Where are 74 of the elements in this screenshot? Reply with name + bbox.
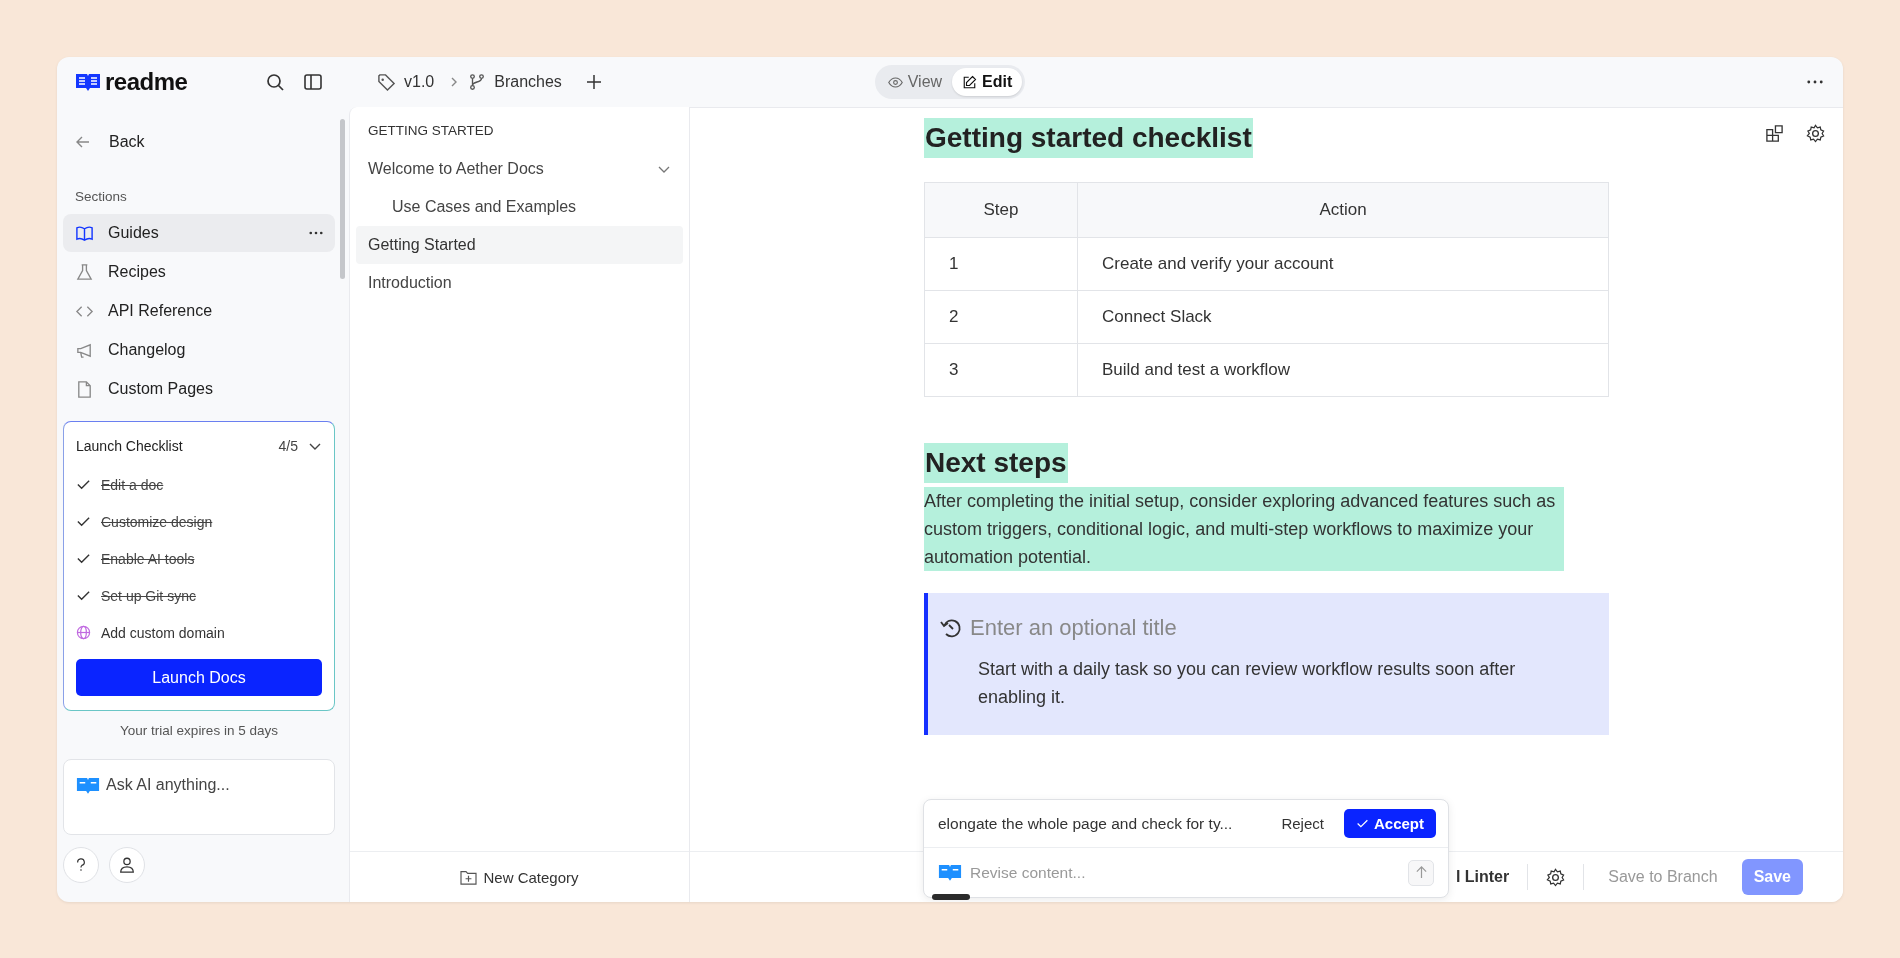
checklist-item[interactable]: Customize design (101, 513, 213, 530)
callout-text: Start with a daily task so you can review workflow results soon after enabling it. (978, 658, 1517, 709)
book-logo-icon (938, 863, 962, 882)
user-icon (118, 856, 136, 874)
checklist-item[interactable]: Enable AI tools (101, 550, 195, 567)
more-options-icon[interactable] (309, 231, 323, 235)
folder-plus-icon (460, 869, 478, 885)
profile-button[interactable] (109, 847, 145, 883)
table-cell: 1 (924, 237, 1078, 291)
arrow-left-icon (75, 134, 91, 150)
launch-docs-button[interactable]: Launch Docs (76, 659, 322, 696)
book-logo-icon (76, 776, 100, 795)
new-category-button[interactable]: New Category (454, 867, 585, 887)
search-icon[interactable] (265, 72, 285, 92)
brand-name: readme (105, 68, 188, 96)
reject-button[interactable]: Reject (1273, 815, 1332, 832)
mode-tab[interactable]: View (877, 68, 953, 96)
section-heading: Next steps (924, 443, 1068, 483)
eye-icon (887, 74, 903, 90)
highlighted-paragraph: After completing the initial setup, consider exploring advanced features such as custom triggers, conditional logic, and multi-step workflows to maximize your automation potential. (924, 487, 1564, 571)
revise-field[interactable]: Revise content... (970, 863, 1400, 882)
table-cell: Connect Slack (1077, 290, 1609, 344)
table-cell: 3 (924, 343, 1078, 397)
sidebar-item[interactable]: Guides (63, 214, 335, 252)
drag-handle[interactable] (932, 894, 970, 900)
sidebar-item[interactable]: API Reference (63, 292, 335, 330)
arrow-up-icon (1414, 866, 1428, 879)
table-cell: 2 (924, 290, 1078, 344)
more-options-icon[interactable] (1807, 80, 1823, 84)
table-cell: Build and test a workflow (1077, 343, 1609, 397)
settings-icon[interactable] (1546, 867, 1566, 887)
category-heading: GETTING STARTED (367, 123, 495, 140)
blocks-icon[interactable] (1765, 124, 1784, 143)
rotate-arrow-icon (940, 617, 962, 639)
back-link[interactable]: Back (63, 107, 335, 155)
ai-prompt-text: elongate the whole page and check for ty... (938, 814, 1234, 833)
sections-label: Sections (74, 188, 128, 206)
question-mark-icon (76, 858, 86, 872)
edit-icon (962, 74, 978, 90)
page-link[interactable]: Getting Started (356, 226, 683, 264)
checklist-item[interactable]: Set up Git sync (101, 587, 196, 604)
progress-count: 4/5 (278, 438, 298, 454)
table-cell: Create and verify your account (1077, 237, 1609, 291)
file-icon (75, 379, 94, 399)
column-header: Action (1077, 182, 1609, 238)
branches-link[interactable]: Branches (494, 73, 562, 91)
trial-notice: Your trial expires in 5 days (119, 722, 279, 740)
sidebar-item[interactable]: Recipes (63, 253, 335, 291)
settings-icon[interactable] (1806, 124, 1825, 143)
linter-label[interactable]: l Linter (1455, 868, 1510, 886)
tag-icon (377, 72, 396, 92)
version-link[interactable]: v1.0 (404, 73, 435, 91)
section-heading: Getting started checklist (924, 118, 1253, 158)
ask-ai-field[interactable]: Ask AI anything... (106, 776, 286, 794)
accept-button[interactable]: Accept (1343, 809, 1436, 838)
page-link[interactable]: Introduction (356, 264, 683, 302)
checklist-title: Launch Checklist (76, 438, 184, 454)
page-link[interactable]: Welcome to Aether Docs (356, 150, 683, 188)
flask-icon (75, 262, 94, 282)
column-header: Step (924, 182, 1078, 238)
book-logo-icon (75, 72, 101, 92)
checklist-item[interactable]: Add custom domain (101, 624, 225, 641)
page-link[interactable]: Use Cases and Examples (356, 188, 683, 226)
plus-icon[interactable] (585, 74, 602, 90)
mode-tab[interactable]: Edit (952, 68, 1023, 96)
checklist-item[interactable]: Edit a doc (101, 476, 164, 493)
book-icon (75, 223, 94, 243)
callout-title-field[interactable]: Enter an optional title (970, 615, 1370, 641)
sidebar-toggle-icon[interactable] (303, 72, 323, 92)
sidebar-item[interactable]: Changelog (63, 331, 335, 369)
scrollbar[interactable] (340, 119, 345, 279)
checkmark-icon (1355, 817, 1369, 830)
branch-icon (468, 73, 487, 91)
sidebar-item[interactable]: Custom Pages (63, 370, 335, 408)
